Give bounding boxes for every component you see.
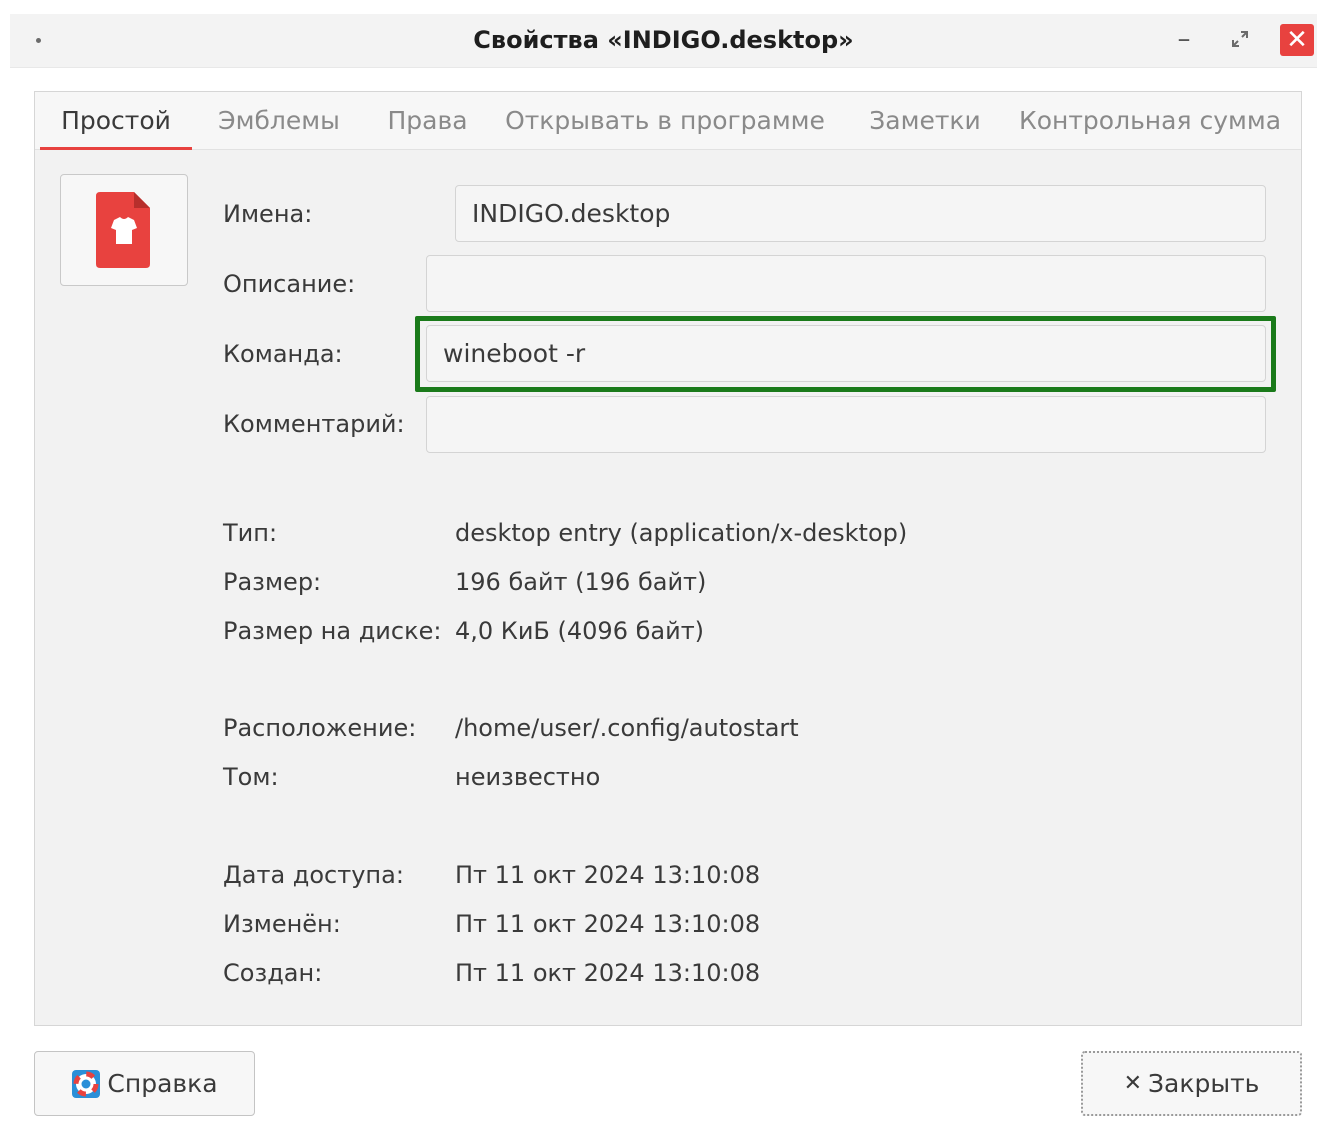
volume-value: неизвестно [455,763,601,791]
help-button[interactable]: Справка [34,1051,255,1116]
accessed-label: Дата доступа: [223,861,404,889]
tab-open-with[interactable]: Открывать в программе [505,92,825,150]
type-value: desktop entry (application/x-desktop) [455,519,908,547]
size-value: 196 байт (196 байт) [455,568,707,596]
tab-checksum[interactable]: Контрольная сумма [1015,92,1285,150]
tab-bar: Простой Эмблемы Права Открывать в програ… [35,92,1301,150]
minimize-button[interactable]: – [1170,22,1198,56]
close-button[interactable]: ✕ Закрыть [1081,1051,1302,1116]
modified-label: Изменён: [223,910,341,938]
close-icon: ✕ [1286,25,1308,55]
disk-size-label: Размер на диске: [223,617,442,645]
volume-label: Том: [223,763,279,791]
disk-size-value: 4,0 КиБ (4096 байт) [455,617,705,645]
lifebuoy-icon [72,1069,101,1098]
help-button-label: Справка [107,1069,218,1098]
size-label: Размер: [223,568,322,596]
name-label: Имена: [223,200,313,228]
comment-field[interactable] [426,396,1266,453]
accessed-value: Пт 11 окт 2024 13:10:08 [455,861,761,889]
tab-notes[interactable]: Заметки [861,92,989,150]
red-document-tshirt-icon [96,192,150,268]
window-title: Свойства «INDIGO.desktop» [473,26,854,54]
created-value: Пт 11 окт 2024 13:10:08 [455,959,761,987]
description-field[interactable] [426,255,1266,312]
name-field[interactable]: INDIGO.desktop [455,185,1266,242]
tab-simple[interactable]: Простой [40,92,192,150]
close-button-label: Закрыть [1148,1069,1260,1098]
file-icon-button[interactable] [60,174,188,286]
tab-permissions[interactable]: Права [375,92,480,150]
location-value: /home/user/.config/autostart [455,714,799,742]
location-label: Расположение: [223,714,417,742]
type-label: Тип: [223,519,278,547]
comment-label: Комментарий: [223,410,405,438]
command-label: Команда: [223,340,343,368]
title-bar: Свойства «INDIGO.desktop» – ✕ [10,14,1317,68]
close-x-icon: ✕ [1123,1071,1143,1096]
properties-panel: Простой Эмблемы Права Открывать в програ… [34,91,1302,1026]
maximize-icon [1232,31,1248,47]
description-label: Описание: [223,270,356,298]
tab-emblems[interactable]: Эмблемы [205,92,353,150]
maximize-button[interactable] [1226,22,1254,56]
command-field[interactable]: wineboot -r [426,325,1266,382]
close-window-button[interactable]: ✕ [1280,24,1314,56]
minimize-icon: – [1177,24,1191,54]
modified-value: Пт 11 окт 2024 13:10:08 [455,910,761,938]
created-label: Создан: [223,959,323,987]
